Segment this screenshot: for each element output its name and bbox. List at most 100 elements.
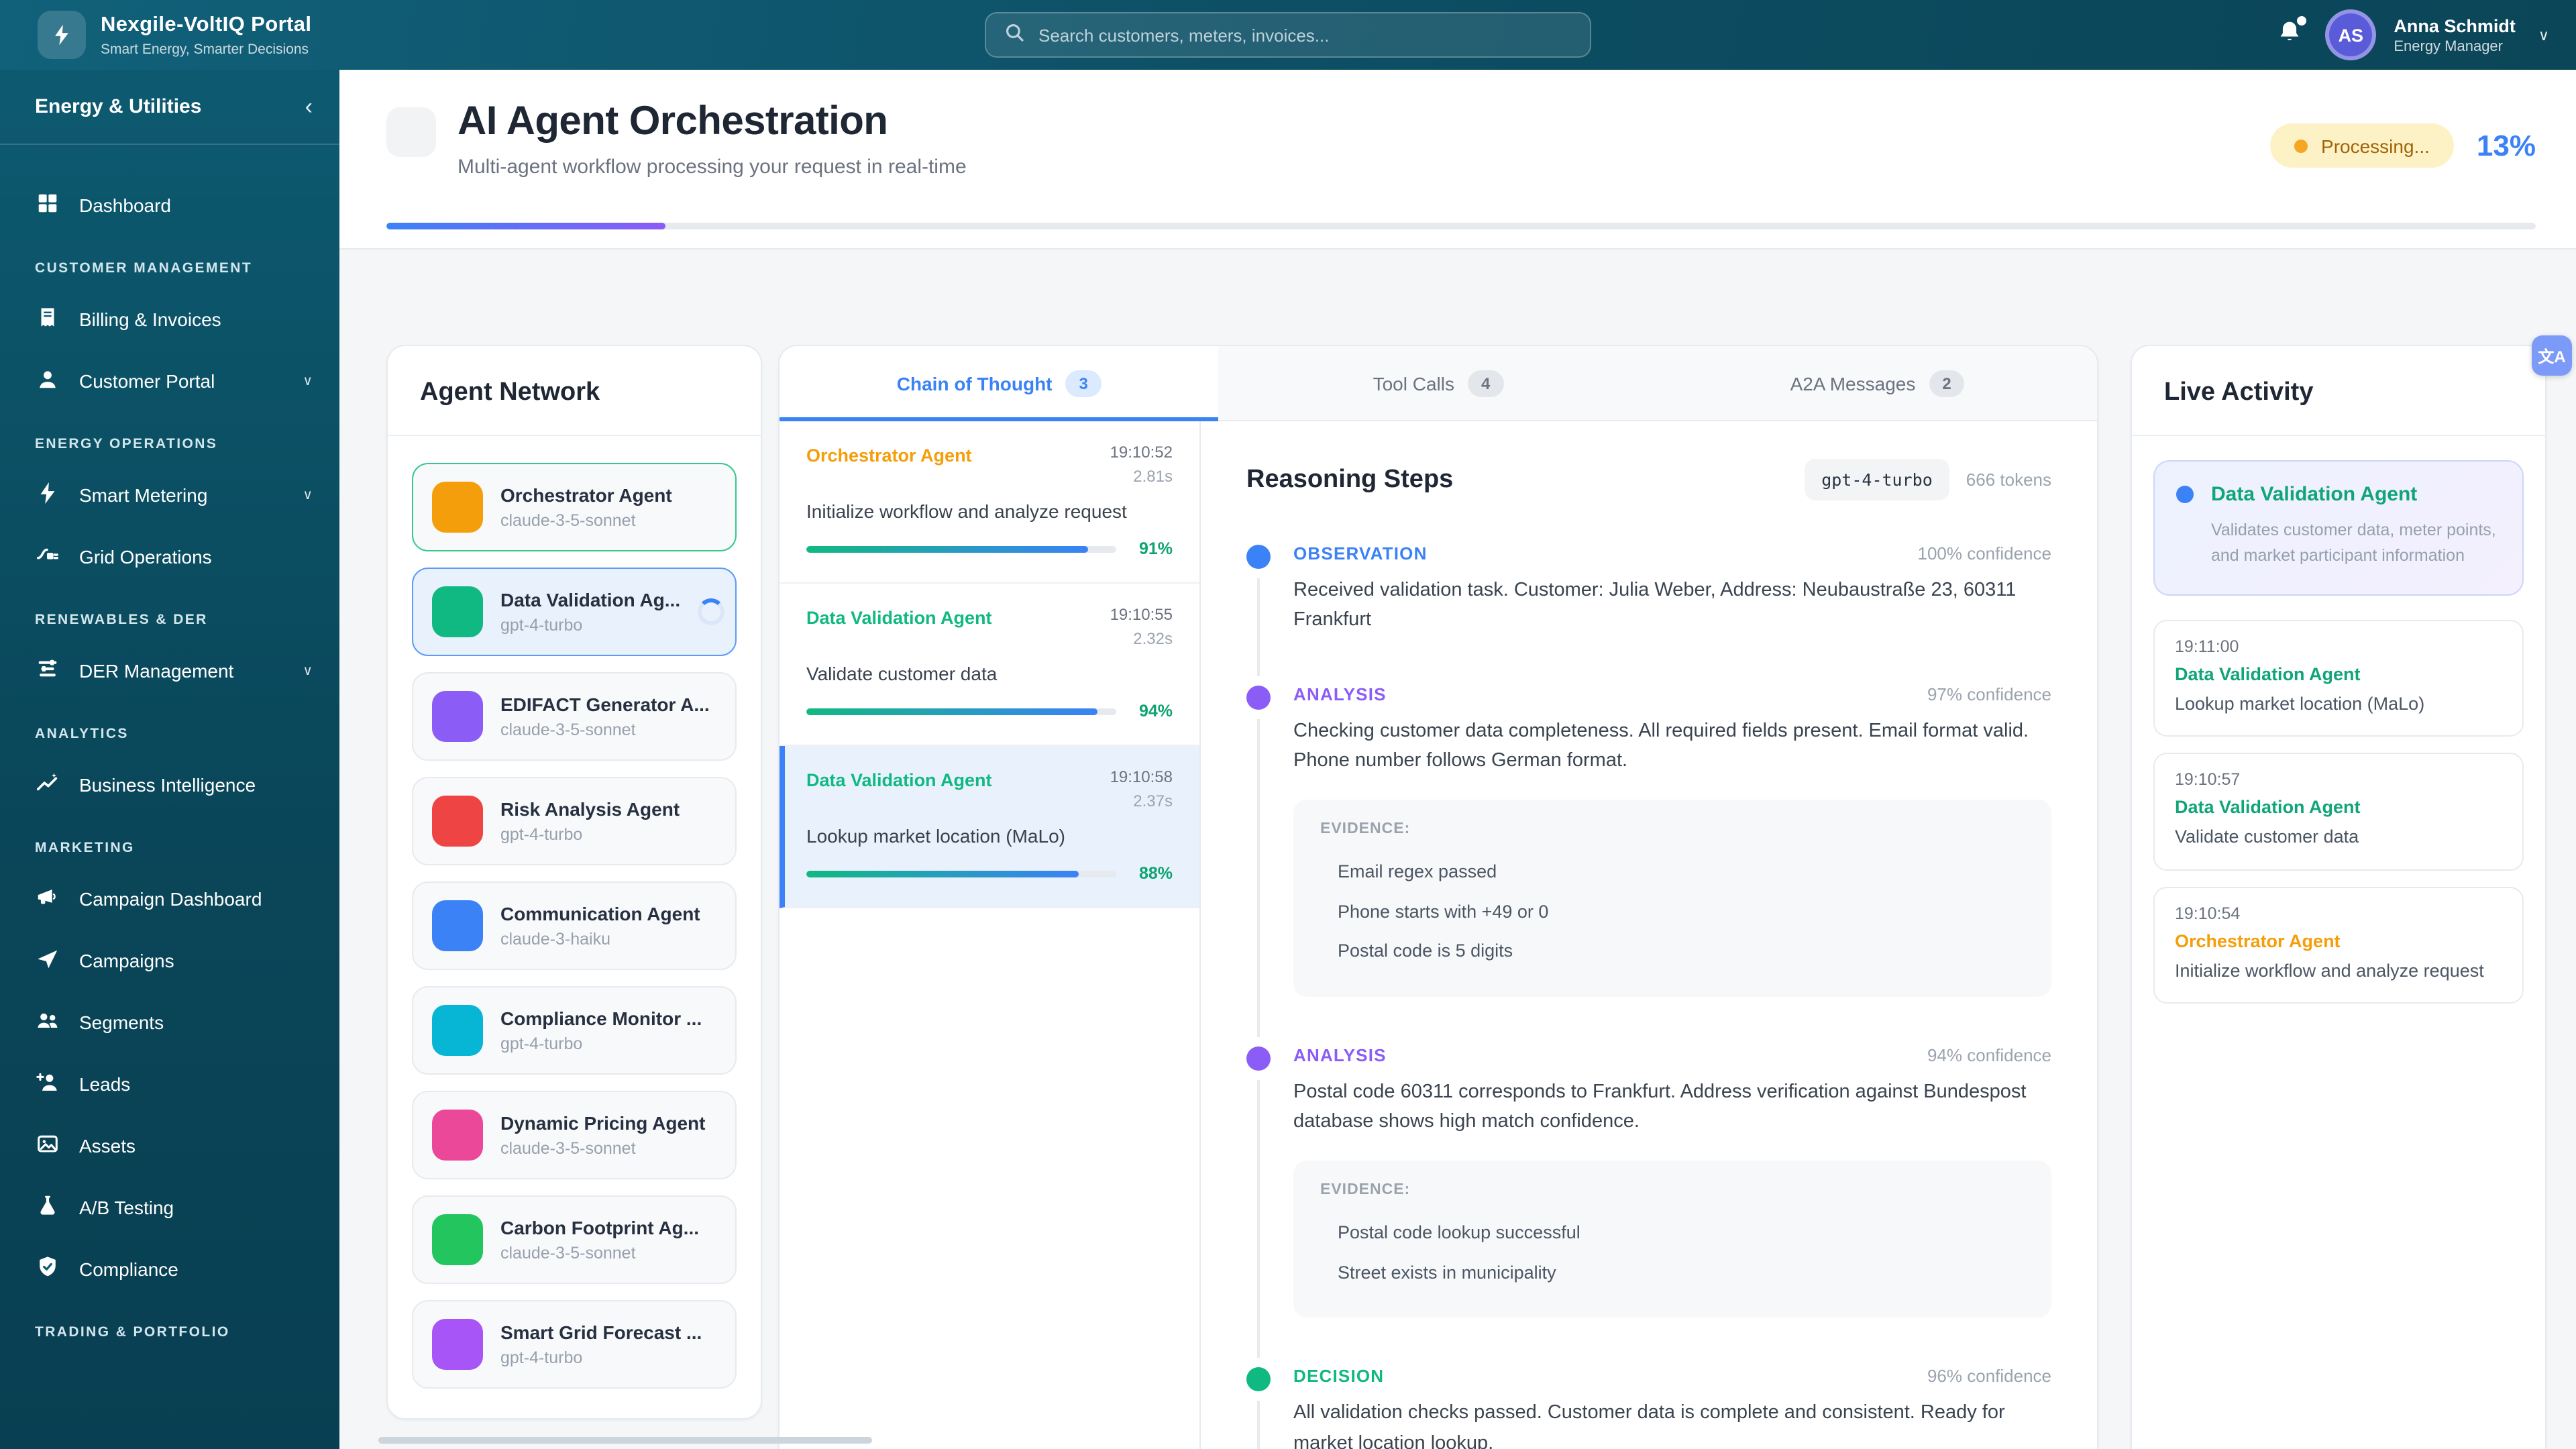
- main-area: AI Agent Orchestration Multi-agent workf…: [339, 70, 2576, 1449]
- avatar[interactable]: AS: [2325, 9, 2377, 60]
- app-root: Nexgile-VoltIQ Portal Smart Energy, Smar…: [0, 0, 2576, 1449]
- sidebar-item-campaign-dashboard[interactable]: Campaign Dashboard: [0, 868, 339, 930]
- agent-list: Orchestrator Agent claude-3-5-sonnet Dat…: [388, 436, 761, 1418]
- activity-item: 19:10:54 Orchestrator Agent Initialize w…: [2153, 886, 2524, 1004]
- receipt-icon: [35, 305, 60, 334]
- sidebar-item-label: Leads: [79, 1073, 131, 1095]
- token-count: 666 tokens: [1966, 470, 2051, 490]
- activity-time: 19:10:57: [2175, 770, 2241, 790]
- sidebar-item-label: Smart Metering: [79, 484, 208, 506]
- sidebar-item-segments[interactable]: Segments: [0, 991, 339, 1053]
- current-agent-name: Data Validation Agent: [2211, 483, 2418, 506]
- sidebar-item-ab-testing[interactable]: A/B Testing: [0, 1177, 339, 1238]
- sidebar-item-label: Grid Operations: [79, 546, 212, 568]
- active-pulse-dot-icon: [2176, 486, 2194, 503]
- horizontal-scrollbar[interactable]: [378, 1437, 872, 1444]
- spinner-icon: [698, 598, 725, 625]
- send-icon: [35, 946, 60, 975]
- chain-timestamp: 19:10:58: [1110, 767, 1173, 786]
- translate-icon: 文A: [2538, 347, 2566, 366]
- agent-model: claude-3-haiku: [500, 930, 610, 949]
- agent-card[interactable]: Orchestrator Agent claude-3-5-sonnet: [412, 463, 737, 551]
- sidebar-nav: Dashboard CUSTOMER MANAGEMENT Billing & …: [0, 145, 339, 1352]
- sidebar-item-label: Customer Portal: [79, 370, 215, 392]
- sidebar-collapse-icon[interactable]: ‹: [305, 95, 313, 118]
- agent-name: Smart Grid Forecast ...: [500, 1322, 702, 1343]
- chain-progress-bar: [806, 870, 1116, 877]
- sidebar-item-smart-metering[interactable]: Smart Metering ∨: [0, 464, 339, 526]
- sidebar-item-billing-invoices[interactable]: Billing & Invoices: [0, 288, 339, 350]
- tab[interactable]: Tool Calls 4: [1218, 346, 1658, 421]
- step-dot-icon: [1246, 685, 1271, 710]
- activity-agent: Orchestrator Agent: [2175, 930, 2341, 951]
- chain-duration: 2.37s: [1133, 792, 1173, 810]
- sidebar-item-label: Segments: [79, 1012, 164, 1033]
- trend-sparkle-icon: [35, 770, 60, 800]
- agent-color-icon: [432, 482, 483, 533]
- step-text: Checking customer data completeness. All…: [1293, 720, 2029, 772]
- sidebar-item-campaigns[interactable]: Campaigns: [0, 930, 339, 991]
- agent-card[interactable]: Data Validation Ag... gpt-4-turbo: [412, 568, 737, 656]
- step-type-label: ANALYSIS: [1293, 1044, 1387, 1065]
- activity-action: Lookup market location (MaLo): [2175, 693, 2425, 714]
- brand-tagline: Smart Energy, Smarter Decisions: [101, 41, 309, 57]
- current-agent-description: Validates customer data, meter points, a…: [2211, 521, 2496, 566]
- sidebar-item-label: Campaigns: [79, 950, 174, 971]
- chain-step-item[interactable]: Data Validation Agent 19:10:55 2.32s Val…: [780, 584, 1199, 746]
- chain-duration: 2.32s: [1133, 629, 1173, 648]
- sidebar-section-energy-operations: ENERGY OPERATIONS: [35, 436, 218, 452]
- sidebar-item-label: Billing & Invoices: [79, 309, 221, 330]
- sidebar-section-renewables-der: RENEWABLES & DER: [35, 612, 208, 628]
- agent-card[interactable]: Communication Agent claude-3-haiku: [412, 881, 737, 970]
- reasoning-step: ANALYSIS 94% confidence Postal code 6031…: [1246, 1045, 2051, 1366]
- workflow-progress-bar: [386, 223, 2536, 229]
- sidebar-item-leads[interactable]: Leads: [0, 1053, 339, 1115]
- sidebar-item-assets[interactable]: Assets: [0, 1115, 339, 1177]
- agent-card[interactable]: Dynamic Pricing Agent claude-3-5-sonnet: [412, 1091, 737, 1179]
- agent-card[interactable]: EDIFACT Generator A... claude-3-5-sonnet: [412, 672, 737, 761]
- shield-check-icon: [35, 1254, 60, 1284]
- tab[interactable]: A2A Messages 2: [1658, 346, 2097, 421]
- agent-card[interactable]: Carbon Footprint Ag... claude-3-5-sonnet: [412, 1195, 737, 1284]
- sidebar: Energy & Utilities ‹ Dashboard CUSTOMER …: [0, 70, 339, 1449]
- chevron-down-icon: ∨: [303, 663, 313, 678]
- tab[interactable]: Chain of Thought 3: [780, 346, 1219, 421]
- agent-network-panel: Agent Network Orchestrator Agent claude-…: [386, 345, 762, 1419]
- step-text: Received validation task. Customer: Juli…: [1293, 580, 2017, 631]
- sidebar-item-compliance[interactable]: Compliance: [0, 1238, 339, 1300]
- user-menu-chevron-icon[interactable]: ∨: [2538, 26, 2549, 44]
- user-name: Anna Schmidt: [2394, 15, 2516, 36]
- user-plus-icon: [35, 1069, 60, 1099]
- sidebar-item-dashboard[interactable]: Dashboard: [0, 174, 339, 236]
- step-type-label: DECISION: [1293, 1366, 1385, 1387]
- agent-card[interactable]: Smart Grid Forecast ... gpt-4-turbo: [412, 1300, 737, 1389]
- agent-name: Orchestrator Agent: [500, 484, 672, 506]
- evidence-label: EVIDENCE:: [1320, 820, 1411, 837]
- search-input[interactable]: [1038, 25, 1572, 45]
- sidebar-item-der-management[interactable]: DER Management ∨: [0, 640, 339, 702]
- brand-text: Nexgile-VoltIQ Portal Smart Energy, Smar…: [101, 13, 311, 57]
- agent-card[interactable]: Risk Analysis Agent gpt-4-turbo: [412, 777, 737, 865]
- sidebar-item-grid-operations[interactable]: Grid Operations: [0, 526, 339, 588]
- activity-action: Validate customer data: [2175, 826, 2359, 847]
- chain-step-item[interactable]: Orchestrator Agent 19:10:52 2.81s Initia…: [780, 421, 1199, 584]
- global-search[interactable]: [985, 12, 1591, 58]
- chain-progress-fill: [806, 708, 1098, 714]
- agent-model: gpt-4-turbo: [500, 1034, 583, 1053]
- activity-agent: Data Validation Agent: [2175, 797, 2361, 818]
- notifications-bell-icon[interactable]: [2275, 16, 2308, 51]
- megaphone-icon: [35, 884, 60, 914]
- sidebar-item-customer-portal[interactable]: Customer Portal ∨: [0, 350, 339, 412]
- sidebar-item-label: A/B Testing: [79, 1197, 174, 1218]
- chain-of-thought-panel: Chain of Thought 3 Tool Calls 4 A2A Mess…: [778, 345, 2098, 1449]
- agent-card[interactable]: Compliance Monitor ... gpt-4-turbo: [412, 986, 737, 1075]
- chain-step-item[interactable]: Data Validation Agent 19:10:58 2.37s Loo…: [780, 746, 1199, 908]
- activity-item: 19:11:00 Data Validation Agent Lookup ma…: [2153, 619, 2524, 737]
- agent-color-icon: [432, 796, 483, 847]
- chain-timestamp: 19:10:52: [1110, 443, 1173, 462]
- translate-button[interactable]: 文A: [2532, 335, 2572, 376]
- sidebar-item-business-intelligence[interactable]: Business Intelligence: [0, 754, 339, 816]
- step-text: Postal code 60311 corresponds to Frankfu…: [1293, 1081, 2027, 1133]
- chain-progress-bar: [806, 545, 1116, 552]
- user-info[interactable]: Anna Schmidt Energy Manager: [2394, 15, 2516, 54]
